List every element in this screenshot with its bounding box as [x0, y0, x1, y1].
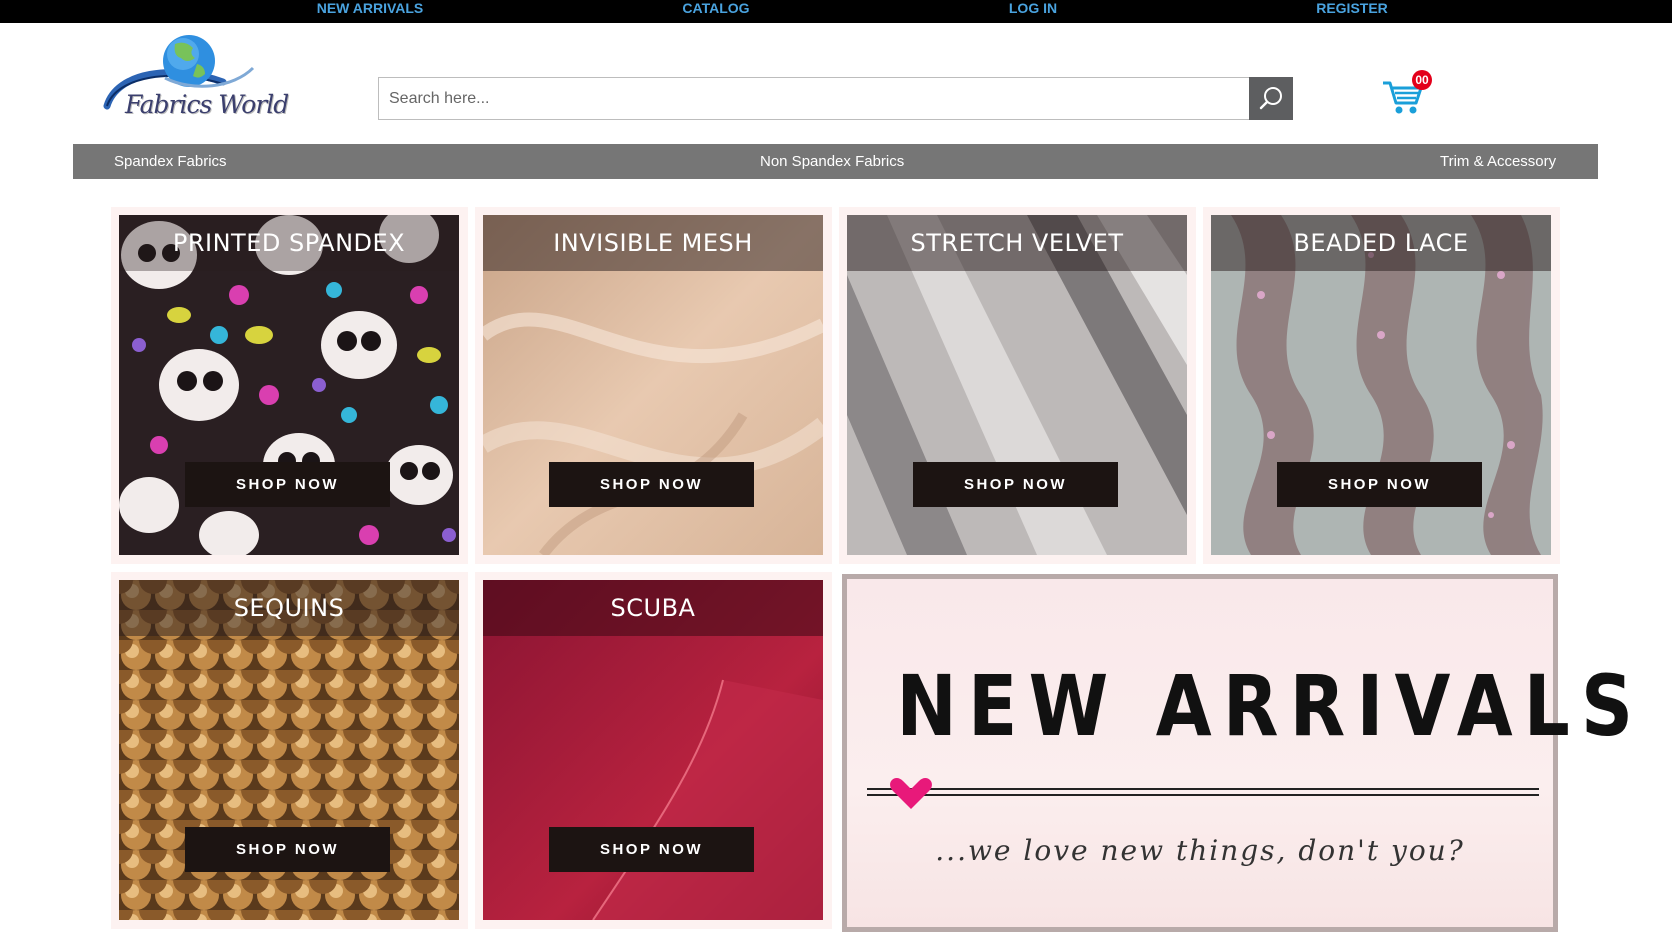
shop-now-button[interactable]: SHOP NOW [549, 827, 754, 872]
site-logo[interactable]: Fabrics World [103, 34, 293, 126]
tile-title: PRINTED SPANDEX [119, 215, 459, 271]
category-tile-printed-spandex[interactable]: PRINTED SPANDEX SHOP NOW [111, 207, 468, 564]
top-nav-log-in[interactable]: LOG IN [1009, 0, 1057, 17]
cart-count-badge: 00 [1412, 70, 1432, 90]
category-tile-beaded-lace[interactable]: BEADED LACE SHOP NOW [1203, 207, 1560, 564]
brand-name: Fabrics World [125, 90, 289, 119]
tile-image: PRINTED SPANDEX SHOP NOW [119, 215, 459, 555]
tile-title: STRETCH VELVET [847, 215, 1187, 271]
tile-image: STRETCH VELVET SHOP NOW [847, 215, 1187, 555]
category-spandex-fabrics[interactable]: Spandex Fabrics [114, 144, 227, 179]
category-nav: Spandex Fabrics Non Spandex Fabrics Trim… [73, 144, 1598, 179]
top-nav-bar: NEW ARRIVALS CATALOG LOG IN REGISTER [0, 0, 1672, 23]
tile-title: BEADED LACE [1211, 215, 1551, 271]
tile-image: BEADED LACE SHOP NOW [1211, 215, 1551, 555]
cart-button[interactable]: 00 [1381, 69, 1437, 119]
tile-title: SCUBA [483, 580, 823, 636]
category-tile-invisible-mesh[interactable]: INVISIBLE MESH SHOP NOW [475, 207, 832, 564]
heart-icon [890, 778, 932, 809]
shop-now-button[interactable]: SHOP NOW [1277, 462, 1482, 507]
shop-now-button[interactable]: SHOP NOW [913, 462, 1118, 507]
category-trim-accessory[interactable]: Trim & Accessory [1440, 144, 1556, 179]
category-tile-scuba[interactable]: SCUBA SHOP NOW [475, 572, 832, 929]
search-box [378, 77, 1250, 120]
category-tile-stretch-velvet[interactable]: STRETCH VELVET SHOP NOW [839, 207, 1196, 564]
tile-title: SEQUINS [119, 580, 459, 636]
tile-title: INVISIBLE MESH [483, 215, 823, 271]
category-tile-sequins[interactable]: SEQUINS SHOP NOW [111, 572, 468, 929]
heart-divider [867, 778, 1539, 809]
search-icon [1259, 87, 1282, 110]
tile-image: SEQUINS SHOP NOW [119, 580, 459, 920]
top-nav-register[interactable]: REGISTER [1316, 0, 1388, 17]
search-button[interactable] [1249, 77, 1293, 120]
new-arrivals-banner[interactable]: NEW ARRIVALS ...we love new things, don'… [842, 574, 1645, 932]
tile-image: SCUBA SHOP NOW [483, 580, 823, 920]
shop-now-button[interactable]: SHOP NOW [185, 827, 390, 872]
banner-tagline: ...we love new things, don't you? [935, 834, 1465, 867]
shop-now-button[interactable]: SHOP NOW [549, 462, 754, 507]
search-input[interactable] [379, 78, 1249, 119]
tile-image: INVISIBLE MESH SHOP NOW [483, 215, 823, 555]
category-non-spandex-fabrics[interactable]: Non Spandex Fabrics [760, 144, 904, 179]
shop-now-button[interactable]: SHOP NOW [185, 462, 390, 507]
top-nav-catalog[interactable]: CATALOG [682, 0, 749, 17]
top-nav-new-arrivals[interactable]: NEW ARRIVALS [317, 0, 424, 17]
banner-title: NEW ARRIVALS [896, 657, 1645, 755]
